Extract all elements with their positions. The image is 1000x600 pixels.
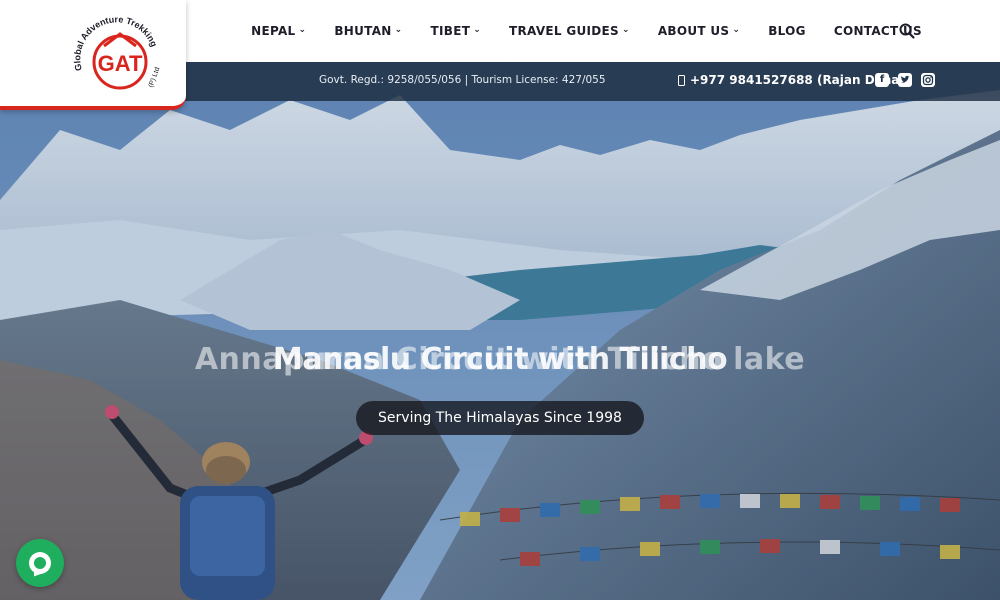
search-button[interactable]	[898, 22, 916, 40]
chat-bubble-inner	[34, 557, 46, 569]
nav-item-label: BHUTAN	[334, 24, 392, 38]
nav-item-travel-guides[interactable]: TRAVEL GUIDES ⌄	[509, 24, 630, 38]
twitter-bird-shape	[901, 75, 910, 83]
instagram-camera-shape	[922, 74, 934, 86]
registration-text: Govt. Regd.: 9258/055/056 | Tourism Lice…	[319, 74, 606, 86]
logo-monogram: GAT	[98, 51, 143, 76]
nav-item-label: TIBET	[430, 24, 471, 38]
logo-card[interactable]: Global Adventure Trekking GAT (P) Ltd	[0, 0, 186, 110]
chevron-down-icon: ⌄	[473, 25, 482, 35]
main-nav: NEPAL ⌄ BHUTAN ⌄ TIBET ⌄ TRAVEL GUIDES ⌄…	[223, 0, 922, 62]
hero-title-current-slide: Manaslu Circuit with Tilicho	[272, 342, 728, 377]
nav-item-blog[interactable]: BLOG	[768, 24, 806, 38]
twitter-icon[interactable]	[898, 73, 912, 87]
nav-item-label: ABOUT US	[657, 24, 730, 38]
chevron-down-icon: ⌄	[394, 25, 403, 35]
nav-item-label: NEPAL	[251, 24, 296, 38]
logo-suffix: (P) Ltd	[148, 66, 162, 88]
hero-tagline: Serving The Himalayas Since 1998	[356, 401, 644, 435]
company-logo: Global Adventure Trekking GAT (P) Ltd	[72, 14, 162, 90]
chevron-down-icon: ⌄	[298, 25, 307, 35]
mobile-phone-icon	[678, 74, 685, 86]
chevron-down-icon: ⌄	[622, 25, 630, 35]
nav-item-about-us[interactable]: ABOUT US ⌄	[658, 24, 740, 38]
hero-title: Annapurna Circuit with Tilicho lake Mana…	[0, 342, 1000, 388]
nav-item-label: BLOG	[768, 24, 806, 38]
nav-item-label: TRAVEL GUIDES	[509, 24, 619, 38]
nav-item-tibet[interactable]: TIBET ⌄	[431, 24, 482, 38]
instagram-icon[interactable]	[921, 73, 935, 87]
nav-item-bhutan[interactable]: BHUTAN ⌄	[334, 24, 402, 38]
facebook-icon[interactable]: f	[875, 73, 889, 87]
nav-item-nepal[interactable]: NEPAL ⌄	[251, 24, 306, 38]
chevron-down-icon: ⌄	[732, 25, 741, 35]
search-icon	[899, 23, 915, 39]
chat-button[interactable]	[16, 539, 64, 587]
